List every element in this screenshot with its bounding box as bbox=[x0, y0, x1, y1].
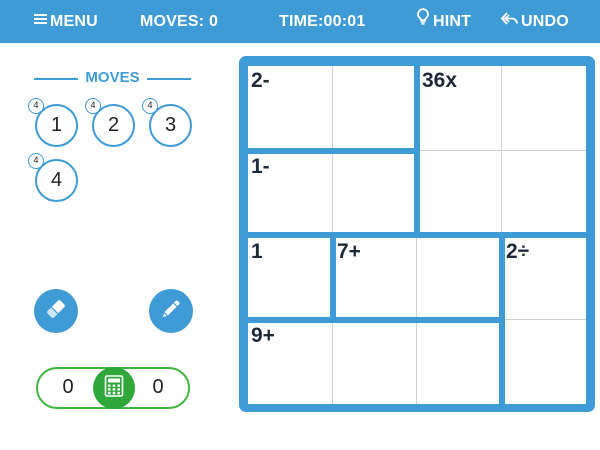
move-button-1[interactable]: 1 4 bbox=[28, 98, 78, 147]
calculator-icon bbox=[104, 374, 124, 402]
menu-button[interactable]: MENU bbox=[34, 0, 98, 43]
hint-label: HINT bbox=[433, 13, 472, 30]
cage-clue: 2- bbox=[251, 69, 270, 92]
move-count-badge: 4 bbox=[85, 98, 101, 114]
cage-border bbox=[248, 147, 417, 154]
cage-clue: 9+ bbox=[251, 324, 275, 347]
lightbulb-icon bbox=[416, 0, 430, 42]
moves-counter: MOVES: 0 bbox=[140, 13, 219, 30]
move-value: 3 bbox=[164, 114, 177, 136]
cage-clue: 2÷ bbox=[506, 240, 530, 263]
eraser-icon bbox=[44, 297, 68, 326]
move-value: 2 bbox=[107, 114, 120, 136]
cage-border bbox=[414, 66, 420, 235]
puzzle-board: 2- 36x 1- 1 7+ 2÷ 9+ bbox=[239, 56, 595, 412]
grid-cell-r4c2[interactable] bbox=[333, 319, 417, 404]
hint-button[interactable]: HINT bbox=[416, 0, 471, 43]
timer-value: 00:01 bbox=[323, 13, 366, 30]
move-value: 1 bbox=[50, 114, 63, 136]
cage-clue: 7+ bbox=[337, 240, 361, 263]
hamburger-icon bbox=[34, 0, 47, 42]
undo-button[interactable]: UNDO bbox=[501, 0, 569, 43]
timer: TIME:00:01 bbox=[279, 0, 365, 43]
score-counter: 0 0 bbox=[36, 367, 190, 409]
grid-cell-r4c3[interactable] bbox=[417, 319, 502, 404]
move-button-2[interactable]: 2 4 bbox=[85, 98, 135, 147]
grid-cell-r1c4[interactable] bbox=[501, 66, 586, 151]
calculator-button[interactable] bbox=[93, 367, 135, 409]
grid-cell-r2c4[interactable] bbox=[501, 151, 586, 235]
move-count-badge: 4 bbox=[142, 98, 158, 114]
move-value: 4 bbox=[50, 169, 63, 191]
pencil-icon bbox=[159, 297, 183, 326]
cage-clue: 1- bbox=[251, 155, 270, 178]
puzzle-grid: 2- 36x 1- 1 7+ 2÷ 9+ bbox=[248, 66, 586, 404]
move-button-3[interactable]: 3 4 bbox=[142, 98, 192, 147]
grid-cell-r2c3[interactable] bbox=[417, 150, 502, 235]
grid-cell-r4c4[interactable] bbox=[502, 320, 587, 405]
undo-arrow-icon bbox=[501, 0, 518, 42]
counter-right-value: 0 bbox=[152, 376, 164, 398]
grid-cell-r2c2[interactable] bbox=[332, 150, 417, 235]
move-count-badge: 4 bbox=[28, 153, 44, 169]
moves-heading: MOVES bbox=[34, 66, 191, 90]
counter-left-value: 0 bbox=[62, 376, 74, 398]
timer-label: TIME: bbox=[279, 13, 324, 30]
menu-label: MENU bbox=[50, 13, 98, 30]
undo-label: UNDO bbox=[521, 13, 569, 30]
cage-clue: 1 bbox=[251, 240, 263, 263]
eraser-button[interactable] bbox=[34, 289, 78, 333]
cage-clue: 36x bbox=[422, 69, 458, 92]
cage-border bbox=[248, 316, 505, 323]
move-count-badge: 4 bbox=[28, 98, 44, 114]
pencil-button[interactable] bbox=[149, 289, 193, 333]
cage-border bbox=[498, 235, 505, 404]
top-bar: MENU MOVES: 0 TIME:00:01 HINT UNDO bbox=[0, 0, 600, 43]
grid-cell-r3c3[interactable] bbox=[417, 235, 502, 320]
cage-border bbox=[329, 235, 336, 320]
grid-cell-r1c2[interactable] bbox=[332, 66, 417, 151]
move-button-4[interactable]: 4 4 bbox=[28, 153, 78, 202]
